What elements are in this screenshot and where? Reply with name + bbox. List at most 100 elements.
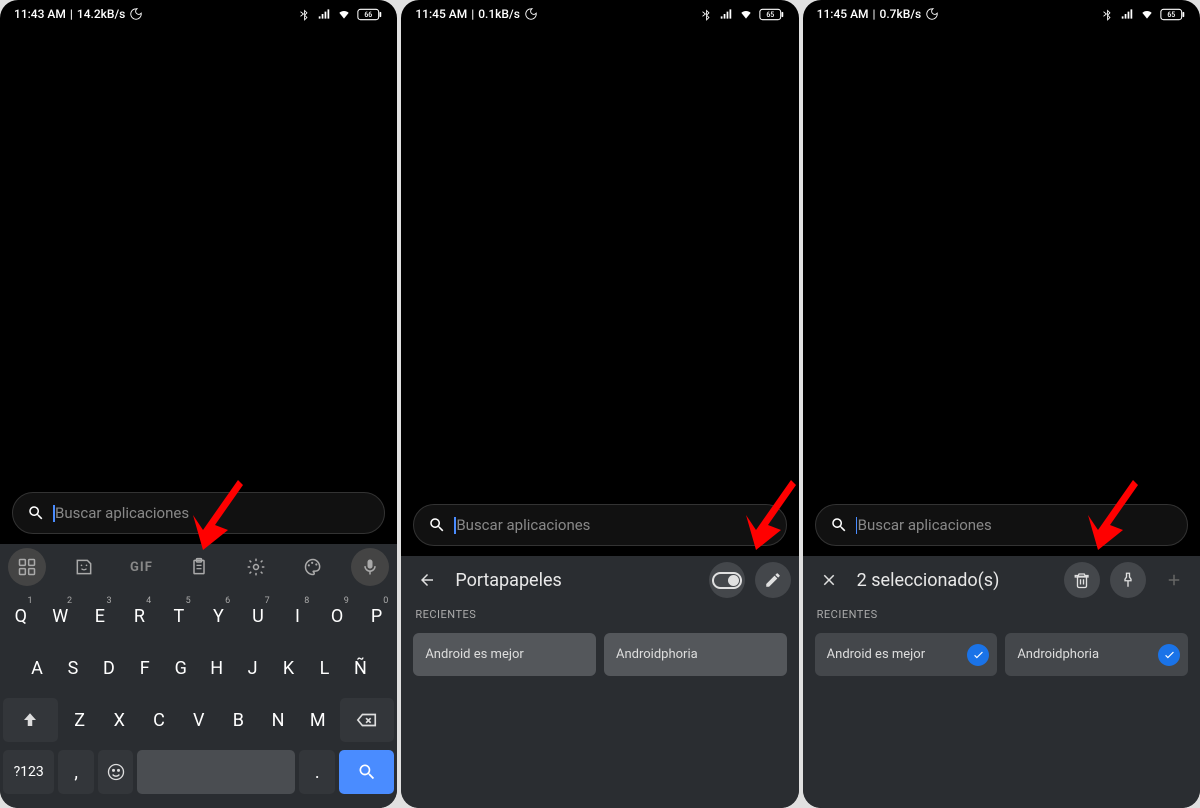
clipboard-item[interactable]: Android es mejor — [815, 633, 998, 676]
search-bar[interactable]: Buscar aplicaciones — [815, 504, 1188, 546]
status-bar: 11:45 AM | 0.1kB/s 65 — [401, 0, 798, 28]
key-l[interactable]: L — [309, 646, 341, 690]
key-d[interactable]: D — [93, 646, 125, 690]
key-j[interactable]: J — [237, 646, 269, 690]
bluetooth-icon — [1100, 7, 1114, 21]
dot-key[interactable]: . — [299, 750, 335, 794]
close-button[interactable] — [811, 562, 847, 598]
keyboard: GIF Q1W2E3R4T5Y6U7I8O9P0 ASDFGHJKLÑ ZXCV… — [0, 544, 397, 808]
status-time: 11:45 AM — [817, 7, 869, 21]
status-speed: 14.2kB/s — [77, 7, 126, 21]
wifi-icon — [739, 7, 753, 21]
space-key[interactable] — [137, 750, 295, 794]
key-v[interactable]: V — [181, 698, 217, 742]
theme-icon[interactable] — [294, 548, 332, 586]
signal-icon — [317, 7, 331, 21]
key-p[interactable]: P0 — [359, 594, 395, 638]
battery-icon: 65 — [759, 8, 785, 21]
key-q[interactable]: Q1 — [3, 594, 39, 638]
key-i[interactable]: I8 — [280, 594, 316, 638]
search-bar[interactable]: Buscar aplicaciones — [12, 492, 385, 534]
battery-icon: 65 — [1160, 8, 1186, 21]
search-icon — [428, 516, 446, 534]
key-c[interactable]: C — [141, 698, 177, 742]
clipboard-header: Portapapeles — [401, 556, 798, 604]
key-k[interactable]: K — [273, 646, 305, 690]
svg-text:65: 65 — [766, 11, 774, 19]
settings-icon[interactable] — [237, 548, 275, 586]
app-content-area — [0, 28, 397, 492]
key-g[interactable]: G — [165, 646, 197, 690]
status-time: 11:45 AM — [415, 7, 467, 21]
key-f[interactable]: F — [129, 646, 161, 690]
search-icon — [830, 516, 848, 534]
app-content-area — [803, 28, 1200, 504]
key-x[interactable]: X — [101, 698, 137, 742]
signal-icon — [719, 7, 733, 21]
bluetooth-icon — [297, 7, 311, 21]
key-h[interactable]: H — [201, 646, 233, 690]
key-ñ[interactable]: Ñ — [344, 646, 376, 690]
key-u[interactable]: U7 — [240, 594, 276, 638]
clipboard-header: 2 seleccionado(s) — [803, 556, 1200, 604]
mic-icon[interactable] — [351, 548, 389, 586]
key-s[interactable]: S — [57, 646, 89, 690]
key-z[interactable]: Z — [62, 698, 98, 742]
moon-icon — [524, 7, 538, 21]
key-a[interactable]: A — [21, 646, 53, 690]
keyboard-toolbar: GIF — [0, 544, 397, 590]
signal-icon — [1120, 7, 1134, 21]
moon-icon — [925, 7, 939, 21]
symbols-key[interactable]: ?123 — [3, 750, 54, 794]
wifi-icon — [1140, 7, 1154, 21]
key-w[interactable]: W2 — [43, 594, 79, 638]
sticker-icon[interactable] — [65, 548, 103, 586]
search-key[interactable] — [339, 750, 394, 794]
pin-button[interactable] — [1110, 562, 1146, 598]
clipboard-item[interactable]: Androidphoria — [604, 633, 787, 676]
edit-button[interactable] — [755, 562, 791, 598]
key-y[interactable]: Y6 — [201, 594, 237, 638]
svg-text:66: 66 — [365, 11, 373, 19]
battery-icon: 66 — [357, 8, 383, 21]
back-button[interactable] — [409, 562, 445, 598]
wifi-icon — [337, 7, 351, 21]
status-speed: 0.7kB/s — [880, 7, 922, 21]
section-label: RECIENTES — [415, 608, 784, 621]
key-t[interactable]: T5 — [161, 594, 197, 638]
toggle-button[interactable] — [709, 562, 745, 598]
key-o[interactable]: O9 — [319, 594, 355, 638]
phone-screen-3: 11:45 AM | 0.7kB/s 65 Buscar aplicacione… — [803, 0, 1200, 808]
bluetooth-icon — [699, 7, 713, 21]
svg-text:65: 65 — [1167, 11, 1175, 19]
check-icon — [1158, 644, 1180, 666]
key-b[interactable]: B — [221, 698, 257, 742]
backspace-key[interactable] — [340, 698, 395, 742]
add-button[interactable] — [1156, 562, 1192, 598]
clipboard-panel: Portapapeles RECIENTES Android es mejor … — [401, 556, 798, 808]
status-speed: 0.1kB/s — [478, 7, 520, 21]
search-bar[interactable]: Buscar aplicaciones — [413, 504, 786, 546]
phone-screen-2: 11:45 AM | 0.1kB/s 65 Buscar aplicacione… — [401, 0, 798, 808]
comma-key[interactable]: , — [58, 750, 94, 794]
status-bar: 11:43 AM | 14.2kB/s 66 — [0, 0, 397, 28]
phone-screen-1: 11:43 AM | 14.2kB/s 66 Buscar aplicacion… — [0, 0, 397, 808]
shift-key[interactable] — [3, 698, 58, 742]
gif-icon[interactable]: GIF — [122, 548, 160, 586]
clipboard-item[interactable]: Android es mejor — [413, 633, 596, 676]
selection-count: 2 seleccionado(s) — [857, 570, 1054, 591]
emoji-key[interactable] — [98, 750, 134, 794]
status-time: 11:43 AM — [14, 7, 66, 21]
clipboard-item[interactable]: Androidphoria — [1005, 633, 1188, 676]
delete-button[interactable] — [1064, 562, 1100, 598]
search-placeholder: Buscar aplicaciones — [456, 516, 590, 534]
key-n[interactable]: N — [260, 698, 296, 742]
clipboard-icon[interactable] — [180, 548, 218, 586]
key-e[interactable]: E3 — [82, 594, 118, 638]
key-r[interactable]: R4 — [122, 594, 158, 638]
moon-icon — [129, 7, 143, 21]
key-m[interactable]: M — [300, 698, 336, 742]
apps-icon[interactable] — [8, 548, 46, 586]
section-label: RECIENTES — [817, 608, 1186, 621]
search-icon — [27, 504, 45, 522]
